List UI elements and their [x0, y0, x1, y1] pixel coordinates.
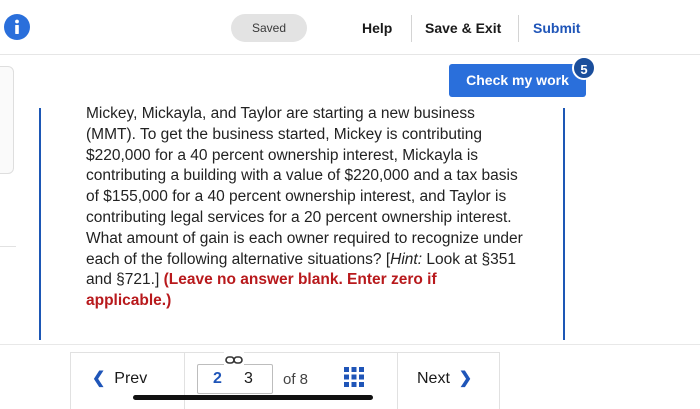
page-number-field[interactable]: [197, 364, 273, 394]
link-icon: [224, 352, 244, 368]
top-bar: Saved Help Save & Exit Submit: [0, 0, 700, 55]
grid-icon[interactable]: [344, 367, 364, 392]
question-text: Mickey, Mickayla, and Taylor are startin…: [86, 104, 526, 312]
pagination-divider: [184, 352, 185, 409]
pagination-divider: [397, 352, 398, 409]
top-divider: [518, 15, 519, 42]
content-rule-left: [39, 108, 41, 340]
next-page-number[interactable]: 3: [244, 370, 253, 388]
divider: [0, 344, 700, 345]
page-total: of 8: [283, 371, 309, 388]
help-link[interactable]: Help: [362, 19, 392, 37]
submit-link[interactable]: Submit: [533, 19, 580, 37]
attempts-badge: 5: [572, 56, 596, 80]
divider: [0, 246, 16, 247]
chevron-left-icon: ❮: [92, 370, 106, 387]
hint-label: Hint:: [390, 250, 423, 268]
side-panel-tab[interactable]: [0, 66, 14, 174]
prev-label: Prev: [114, 370, 148, 387]
content-rule-right: [563, 108, 565, 340]
next-label: Next: [417, 370, 450, 387]
chevron-right-icon: ❯: [458, 370, 473, 387]
next-button[interactable]: Next ❯: [417, 369, 472, 389]
current-page-number[interactable]: 2: [213, 370, 222, 388]
info-icon[interactable]: [4, 14, 30, 40]
top-divider: [411, 15, 412, 42]
save-exit-link[interactable]: Save & Exit: [425, 19, 501, 37]
home-indicator: [133, 395, 373, 400]
prev-button[interactable]: ❮ Prev: [92, 369, 147, 389]
saved-status: Saved: [231, 14, 307, 42]
question-body: Mickey, Mickayla, and Taylor are startin…: [86, 105, 523, 268]
check-my-work-button[interactable]: Check my work: [449, 64, 586, 97]
